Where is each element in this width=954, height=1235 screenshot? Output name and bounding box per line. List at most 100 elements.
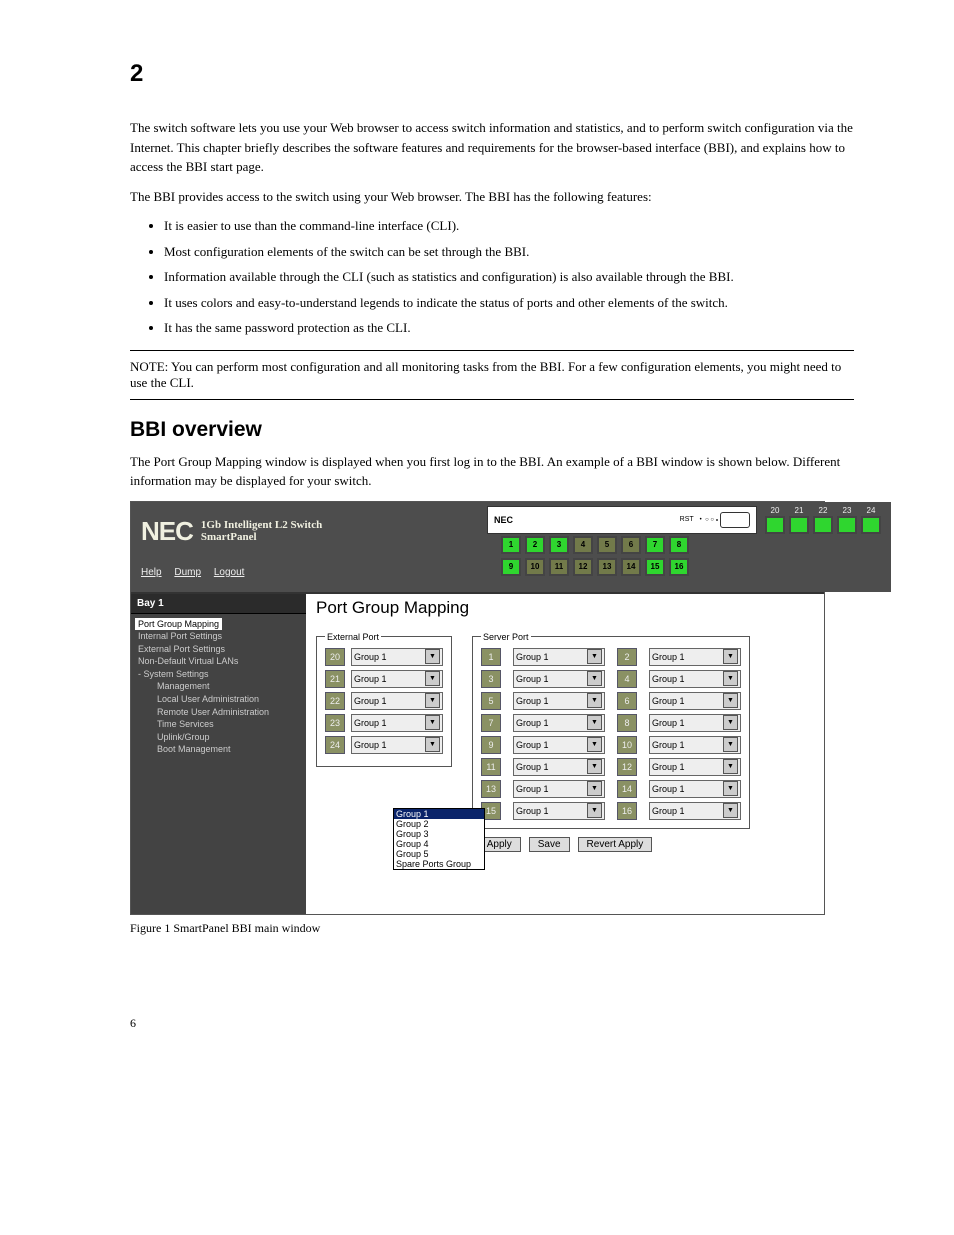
- group-select[interactable]: Group 1▼: [513, 736, 605, 754]
- sidebar-item[interactable]: Time Services: [145, 718, 306, 731]
- port-box[interactable]: 15: [645, 558, 665, 576]
- group-select[interactable]: Group 1▼: [351, 736, 443, 754]
- group-select[interactable]: Group 1▼: [649, 714, 741, 732]
- dropdown-option[interactable]: Group 1: [394, 809, 484, 819]
- group-select[interactable]: Group 1▼: [513, 648, 605, 666]
- port-box[interactable]: 5: [597, 536, 617, 554]
- chevron-down-icon: ▼: [723, 715, 738, 730]
- port-number-badge: 24: [325, 736, 345, 754]
- note-block: NOTE: You can perform most configuration…: [130, 350, 854, 400]
- dropdown-option[interactable]: Group 5: [394, 849, 484, 859]
- group-select[interactable]: Group 1▼: [513, 692, 605, 710]
- nav-tree: Port Group MappingInternal Port Settings…: [131, 614, 306, 757]
- port-box[interactable]: [813, 516, 833, 534]
- rst-label: RST: [680, 516, 694, 523]
- dump-link[interactable]: Dump: [174, 567, 201, 578]
- chevron-down-icon: ▼: [723, 781, 738, 796]
- port-label: 21: [795, 506, 804, 515]
- sidebar-item[interactable]: Internal Port Settings: [135, 630, 306, 643]
- port-number-badge: 11: [481, 758, 501, 776]
- content-pane: Port Group Mapping External Port 20Group…: [306, 594, 824, 914]
- port-box[interactable]: [861, 516, 881, 534]
- group-select[interactable]: Group 1▼: [649, 780, 741, 798]
- faceplate-nec: NEC: [494, 515, 513, 525]
- save-button[interactable]: Save: [529, 837, 570, 852]
- port-box[interactable]: [789, 516, 809, 534]
- port-number-badge: 16: [617, 802, 637, 820]
- bbi-screenshot: NEC 1Gb Intelligent L2 Switch SmartPanel…: [130, 501, 825, 915]
- group-select[interactable]: Group 1▼: [649, 736, 741, 754]
- chevron-down-icon: ▼: [587, 671, 602, 686]
- group-select[interactable]: Group 1▼: [351, 648, 443, 666]
- port-number-badge: 7: [481, 714, 501, 732]
- dropdown-option[interactable]: Spare Ports Group: [394, 859, 484, 869]
- top-ports-cluster: 2021222324: [765, 506, 881, 534]
- port-box[interactable]: 4: [573, 536, 593, 554]
- group-select[interactable]: Group 1▼: [513, 670, 605, 688]
- nec-logo: NEC: [141, 516, 193, 547]
- port-number-badge: 21: [325, 670, 345, 688]
- port-box[interactable]: 13: [597, 558, 617, 576]
- port-box[interactable]: 9: [501, 558, 521, 576]
- port-box[interactable]: 2: [525, 536, 545, 554]
- port-box[interactable]: 14: [621, 558, 641, 576]
- intro-paragraph: The switch software lets you use your We…: [130, 118, 854, 177]
- port-box[interactable]: [837, 516, 857, 534]
- sidebar-item[interactable]: Local User Administration: [145, 693, 306, 706]
- sidebar-item[interactable]: Boot Management: [145, 743, 306, 756]
- sidebar-item[interactable]: Management: [145, 680, 306, 693]
- dropdown-option[interactable]: Group 3: [394, 829, 484, 839]
- port-status-panel: NEC RST • ○ ○ 2021222324 12345678 910111…: [481, 502, 891, 592]
- external-port-fieldset: External Port 20Group 1▼21Group 1▼22Grou…: [316, 632, 452, 767]
- port-label: 20: [771, 506, 780, 515]
- port-box[interactable]: 3: [549, 536, 569, 554]
- group-select[interactable]: Group 1▼: [351, 692, 443, 710]
- page-number: 6: [130, 1016, 854, 1031]
- sidebar-item[interactable]: - System Settings: [135, 668, 306, 681]
- group-select[interactable]: Group 1▼: [649, 670, 741, 688]
- port-box[interactable]: 7: [645, 536, 665, 554]
- content-title: Port Group Mapping: [316, 598, 814, 618]
- screenshot-header: NEC 1Gb Intelligent L2 Switch SmartPanel…: [131, 502, 824, 594]
- features-lead: The BBI provides access to the switch us…: [130, 187, 854, 207]
- group-select[interactable]: Group 1▼: [513, 714, 605, 732]
- dropdown-option[interactable]: Group 4: [394, 839, 484, 849]
- group-select[interactable]: Group 1▼: [513, 802, 605, 820]
- external-port-legend: External Port: [325, 632, 381, 642]
- port-box[interactable]: 16: [669, 558, 689, 576]
- sidebar-item[interactable]: Remote User Administration: [145, 706, 306, 719]
- port-box[interactable]: 8: [669, 536, 689, 554]
- group-select[interactable]: Group 1▼: [649, 692, 741, 710]
- port-number-badge: 13: [481, 780, 501, 798]
- dropdown-option[interactable]: Group 2: [394, 819, 484, 829]
- chevron-down-icon: ▼: [723, 803, 738, 818]
- port-box[interactable]: 10: [525, 558, 545, 576]
- brand-area: NEC 1Gb Intelligent L2 Switch SmartPanel…: [131, 502, 481, 592]
- group-select[interactable]: Group 1▼: [649, 648, 741, 666]
- sidebar-item[interactable]: Non-Default Virtual LANs: [135, 655, 306, 668]
- group-dropdown-open[interactable]: Group 1Group 2Group 3Group 4Group 5Spare…: [393, 808, 485, 870]
- group-select[interactable]: Group 1▼: [649, 758, 741, 776]
- sidebar-item[interactable]: External Port Settings: [135, 643, 306, 656]
- sidebar: Bay 1 Port Group MappingInternal Port Se…: [131, 594, 306, 914]
- chevron-down-icon: ▼: [587, 715, 602, 730]
- bay-header[interactable]: Bay 1: [131, 594, 306, 614]
- logout-link[interactable]: Logout: [214, 567, 245, 578]
- group-select[interactable]: Group 1▼: [351, 670, 443, 688]
- help-link[interactable]: Help: [141, 567, 162, 578]
- chevron-down-icon: ▼: [587, 803, 602, 818]
- port-number-badge: 9: [481, 736, 501, 754]
- port-box[interactable]: 1: [501, 536, 521, 554]
- port-box[interactable]: 6: [621, 536, 641, 554]
- port-box[interactable]: 11: [549, 558, 569, 576]
- sidebar-item[interactable]: Uplink/Group: [145, 731, 306, 744]
- sidebar-item[interactable]: Port Group Mapping: [135, 618, 222, 631]
- group-select[interactable]: Group 1▼: [513, 780, 605, 798]
- port-box[interactable]: 12: [573, 558, 593, 576]
- port-box[interactable]: [765, 516, 785, 534]
- group-select[interactable]: Group 1▼: [513, 758, 605, 776]
- group-select[interactable]: Group 1▼: [351, 714, 443, 732]
- group-select[interactable]: Group 1▼: [649, 802, 741, 820]
- revert-apply-button[interactable]: Revert Apply: [578, 837, 653, 852]
- port-number-badge: 8: [617, 714, 637, 732]
